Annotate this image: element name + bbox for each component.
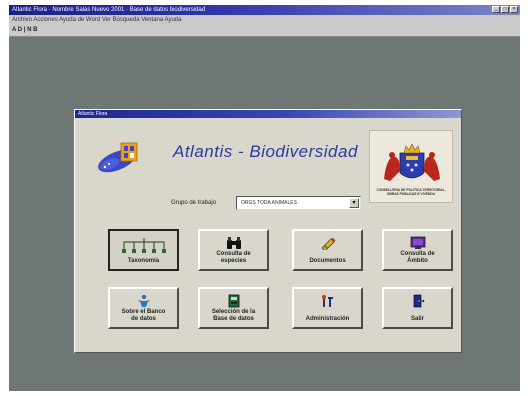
documentos-button[interactable]: Documentos xyxy=(292,229,363,271)
salir-label: Salir xyxy=(410,316,424,322)
application-window: Atlantic Flora · Nombre Salas Nuevo 2001… xyxy=(9,5,520,391)
maximize-button[interactable]: □ xyxy=(501,6,509,13)
pencil-icon xyxy=(320,237,335,250)
menu-items[interactable]: Archivo Acciones Ayuda de Word Ver Búsqu… xyxy=(12,15,181,25)
dropdown-arrow-icon[interactable]: ▾ xyxy=(349,198,359,208)
minimize-button[interactable]: _ xyxy=(492,6,500,13)
main-menu-dialog: Atlantic Flora Atlantis - Biodiversidad xyxy=(74,109,462,353)
crest-icon xyxy=(384,143,440,181)
grupo-trabajo-value: ORGS TODA ANIMALES xyxy=(241,200,297,206)
crest-caption: CONSELLERIA DE POLITICA TERRITORIAL, OBR… xyxy=(376,188,446,196)
tools-icon xyxy=(321,295,333,307)
menu-bar[interactable]: Archivo Acciones Ayuda de Word Ver Búsqu… xyxy=(9,15,520,25)
window-controls: _ □ × xyxy=(492,6,518,13)
dialog-caption: Atlantic Flora xyxy=(78,111,108,117)
consulta-ambito-button[interactable]: Consulta de Ámbito xyxy=(382,229,453,271)
taxonomia-button[interactable]: Taxonomía xyxy=(108,229,179,271)
monitor-icon xyxy=(410,236,425,249)
consulta-especies-label: Consulta de especies xyxy=(216,251,251,264)
atlantis-logo-icon xyxy=(98,142,138,173)
database-icon xyxy=(228,294,239,308)
close-button[interactable]: × xyxy=(510,6,518,13)
toolbar: A D | N B xyxy=(9,25,520,37)
grupo-trabajo-label: Grupo de trabajo xyxy=(171,200,217,206)
window-titlebar[interactable]: Atlantic Flora · Nombre Salas Nuevo 2001… xyxy=(9,5,520,15)
tree-diagram-icon xyxy=(121,238,166,253)
taxonomia-label: Taxonomía xyxy=(127,258,160,264)
dialog-titlebar[interactable]: Atlantic Flora xyxy=(75,110,461,118)
info-person-icon xyxy=(138,294,149,307)
administracion-button[interactable]: Administración xyxy=(292,287,363,329)
exit-door-icon xyxy=(413,294,425,308)
seleccion-base-datos-button[interactable]: Selección de la Base de datos xyxy=(198,287,269,329)
sobre-banco-datos-label: Sobre el Banco de datos xyxy=(121,309,166,322)
window-title: Atlantic Flora · Nombre Salas Nuevo 2001… xyxy=(12,7,206,13)
consulta-especies-button[interactable]: Consulta de especies xyxy=(198,229,269,271)
documentos-label: Documentos xyxy=(309,258,346,264)
app-title: Atlantis - Biodiversidad xyxy=(173,142,358,161)
binoculars-icon xyxy=(226,237,241,249)
toolbar-buttons[interactable]: A D | N B xyxy=(12,25,37,36)
salir-button[interactable]: Salir xyxy=(382,287,453,329)
consulta-ambito-label: Consulta de Ámbito xyxy=(400,251,435,264)
sobre-banco-datos-button[interactable]: Sobre el Banco de datos xyxy=(108,287,179,329)
grupo-trabajo-select[interactable]: ORGS TODA ANIMALES ▾ xyxy=(236,196,361,210)
seleccion-base-datos-label: Selección de la Base de datos xyxy=(211,309,256,322)
coat-of-arms: CONSELLERIA DE POLITICA TERRITORIAL, OBR… xyxy=(369,130,453,203)
administracion-label: Administración xyxy=(305,316,350,322)
